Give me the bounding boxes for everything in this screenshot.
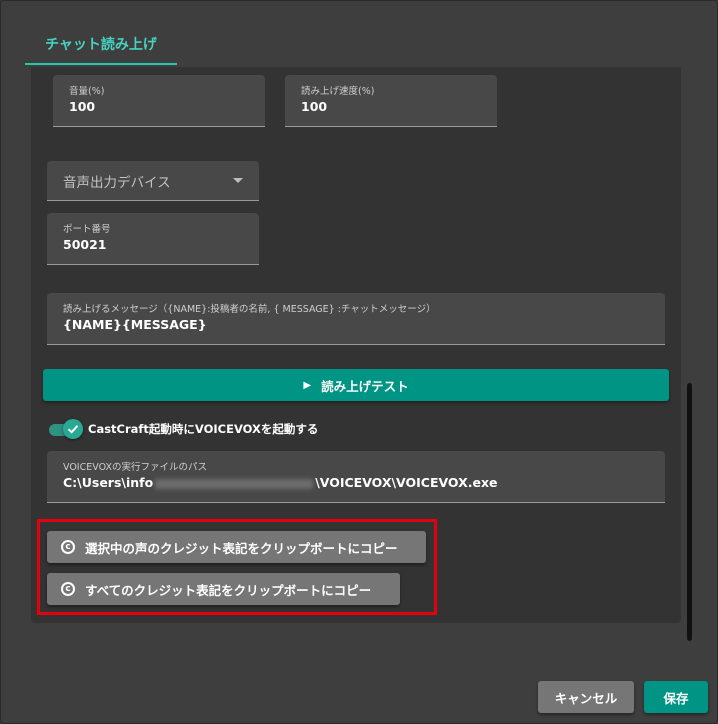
- volume-label: 音量(%): [69, 86, 105, 97]
- play-icon: ▶: [303, 379, 312, 391]
- exe-path-value[interactable]: C:\Users\info \VOICEVOX\VOICEVOX.exe: [63, 475, 498, 490]
- scrollbar-thumb[interactable]: [687, 383, 692, 641]
- port-field[interactable]: ポート番号 50021: [47, 213, 259, 265]
- message-label: 読み上げるメッセージ（{NAME}:投稿者の名前, { MESSAGE} :チャ…: [63, 304, 436, 315]
- copyright-icon: c: [61, 540, 75, 554]
- launch-voicevox-switch[interactable]: [47, 419, 85, 439]
- volume-field[interactable]: 音量(%) 100: [53, 75, 265, 127]
- cancel-button[interactable]: キャンセル: [538, 681, 634, 713]
- audio-device-placeholder: 音声出力デバイス: [63, 175, 171, 191]
- read-test-label: 読み上げテスト: [321, 378, 409, 394]
- copy-all-credit-button[interactable]: c すべてのクレジット表記をクリップボートにコピー: [47, 573, 400, 605]
- check-icon: [63, 419, 83, 439]
- copyright-icon: c: [61, 582, 75, 596]
- speed-label: 読み上げ速度(%): [301, 86, 375, 97]
- scrollbar[interactable]: [685, 67, 693, 643]
- copy-all-credit-label: すべてのクレジット表記をクリップボートにコピー: [85, 582, 372, 598]
- audio-device-select[interactable]: 音声出力デバイス: [47, 161, 259, 201]
- exe-path-label: VOICEVOXの実行ファイルのパス: [63, 462, 207, 473]
- volume-value[interactable]: 100: [69, 99, 95, 114]
- port-label: ポート番号: [63, 224, 111, 235]
- settings-panel: 音量(%) 100 読み上げ速度(%) 100 音声出力デバイス ポート番号 5…: [31, 67, 681, 623]
- exe-path-prefix: C:\Users\info: [63, 475, 154, 490]
- message-field[interactable]: 読み上げるメッセージ（{NAME}:投稿者の名前, { MESSAGE} :チャ…: [47, 293, 665, 345]
- copy-selected-credit-button[interactable]: c 選択中の声のクレジット表記をクリップボートにコピー: [47, 531, 426, 563]
- save-button[interactable]: 保存: [644, 681, 708, 713]
- launch-voicevox-label: CastCraft起動時にVOICEVOXを起動する: [88, 422, 319, 436]
- exe-path-field[interactable]: VOICEVOXの実行ファイルのパス C:\Users\info \VOICEVO…: [47, 451, 665, 503]
- read-test-button[interactable]: ▶ 読み上げテスト: [43, 369, 669, 401]
- message-value[interactable]: {NAME}{MESSAGE}: [63, 317, 207, 332]
- redacted-path-segment: [155, 478, 314, 489]
- tab-chat-reading[interactable]: チャット読み上げ: [25, 25, 177, 65]
- speed-field[interactable]: 読み上げ速度(%) 100: [285, 75, 497, 127]
- tab-bar: チャット読み上げ: [25, 25, 177, 65]
- settings-dialog: チャット読み上げ 音量(%) 100 読み上げ速度(%) 100 音声出力デバイ…: [0, 0, 718, 724]
- speed-value[interactable]: 100: [301, 99, 327, 114]
- port-value[interactable]: 50021: [63, 237, 107, 252]
- chevron-down-icon: [233, 178, 243, 183]
- exe-path-suffix: \VOICEVOX\VOICEVOX.exe: [315, 475, 498, 490]
- copy-selected-credit-label: 選択中の声のクレジット表記をクリップボートにコピー: [85, 540, 398, 556]
